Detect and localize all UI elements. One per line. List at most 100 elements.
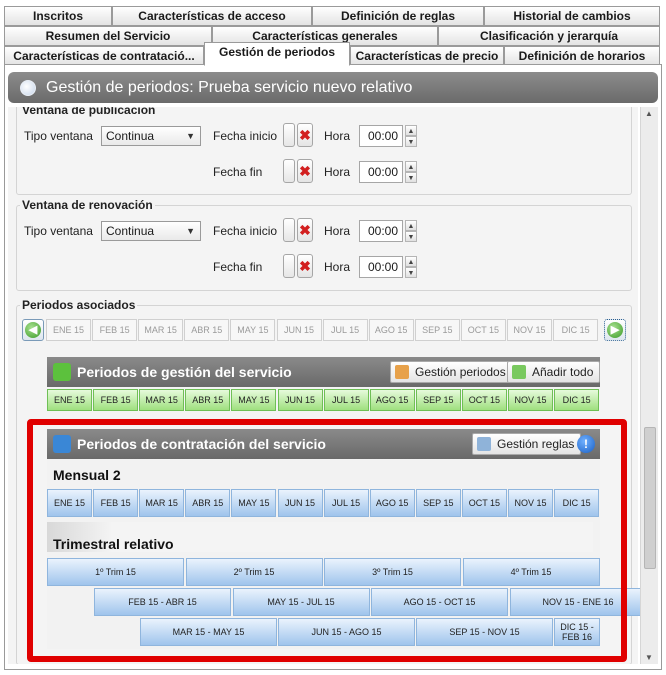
mensual-month-cell[interactable]: NOV 15 (508, 489, 553, 517)
renovacion-fecha-inicio-clear-button[interactable]: ✖ (297, 218, 313, 242)
publicacion-hora-inicio-spinner[interactable]: ▲ ▼ (405, 125, 417, 147)
renovacion-fecha-fin-clear-button[interactable]: ✖ (297, 254, 313, 278)
month-cell[interactable]: OCT 15 (460, 319, 506, 341)
publicacion-tipo-label: Tipo ventana (24, 129, 93, 143)
arrow-up-icon[interactable]: ▲ (405, 125, 417, 136)
renovacion-hora-inicio-spinner[interactable]: ▲ ▼ (405, 220, 417, 242)
tab-historial-cambios[interactable]: Historial de cambios (484, 6, 660, 26)
tab-clasificacion-jerarquia[interactable]: Clasificación y jerarquía (438, 26, 660, 46)
close-icon: ✖ (299, 127, 311, 143)
close-icon: ✖ (299, 222, 311, 238)
arrow-up-icon[interactable]: ▲ (405, 256, 417, 267)
trimestre-cell[interactable]: NOV 15 - ENE 16 (509, 588, 647, 616)
tab-inscritos[interactable]: Inscritos (4, 6, 112, 26)
gestion-reglas-button[interactable]: Gestión reglas (472, 433, 582, 455)
publicacion-hora-inicio-input[interactable]: 00:00 (359, 125, 403, 147)
renovacion-hora-fin-input[interactable]: 00:00 (359, 256, 403, 278)
publicacion-hora-fin-input[interactable]: 00:00 (359, 161, 403, 183)
scroll-up-icon[interactable]: ▲ (645, 109, 653, 118)
next-year-button[interactable]: ▶ (604, 319, 626, 341)
mensual-month-cell[interactable]: FEB 15 (93, 489, 139, 517)
arrow-up-icon[interactable]: ▲ (405, 220, 417, 231)
month-cell[interactable]: SEP 15 (414, 319, 460, 341)
mensual-month-cell[interactable]: OCT 15 (461, 489, 507, 517)
month-cell[interactable]: ABR 15 (184, 319, 230, 341)
month-cell[interactable]: DIC 15 (553, 319, 599, 341)
month-cell[interactable]: JUN 15 (276, 319, 322, 341)
arrow-down-icon[interactable]: ▼ (405, 172, 417, 183)
tab-caracteristicas-contratacion[interactable]: Características de contratació... (4, 46, 204, 66)
tab-definicion-horarios[interactable]: Definición de horarios (504, 46, 660, 66)
renovacion-tipo-select[interactable]: Continua ▼ (101, 221, 201, 241)
tab-caracteristicas-acceso[interactable]: Características de acceso (112, 6, 312, 26)
gestion-month-cell[interactable]: DIC 15 (554, 389, 600, 411)
mensual-month-cell[interactable]: JUL 15 (323, 489, 369, 517)
month-cell[interactable]: JUL 15 (322, 319, 368, 341)
publicacion-fecha-fin-field[interactable] (283, 159, 295, 183)
gestion-month-cell[interactable]: JUL 15 (323, 389, 369, 411)
month-cell[interactable]: MAY 15 (230, 319, 276, 341)
renovacion-fecha-inicio-field[interactable] (283, 218, 295, 242)
tab-gestion-periodos[interactable]: Gestión de periodos (204, 42, 350, 66)
publicacion-tipo-select[interactable]: Continua ▼ (101, 126, 201, 146)
puzzle-icon (53, 363, 71, 381)
trimestre-cell[interactable]: AGO 15 - OCT 15 (371, 588, 508, 616)
mensual-month-cell[interactable]: ABR 15 (185, 489, 231, 517)
mensual-month-cell[interactable]: MAR 15 (139, 489, 185, 517)
month-cell[interactable]: NOV 15 (507, 319, 552, 341)
trimestre-cell[interactable]: 2º Trim 15 (185, 558, 323, 586)
trimestre-cell[interactable]: 1º Trim 15 (47, 558, 184, 586)
arrow-down-icon[interactable]: ▼ (405, 267, 417, 278)
arrow-down-icon[interactable]: ▼ (405, 231, 417, 242)
tab-definicion-reglas[interactable]: Definición de reglas (312, 6, 484, 26)
renovacion-hora-fin-spinner[interactable]: ▲ ▼ (405, 256, 417, 278)
info-icon[interactable]: ! (577, 435, 595, 453)
month-cell[interactable]: ENE 15 (46, 319, 91, 341)
gestion-month-cell[interactable]: AGO 15 (369, 389, 415, 411)
mensual-month-cell[interactable]: DIC 15 (554, 489, 600, 517)
gestion-month-cell[interactable]: JUN 15 (277, 389, 323, 411)
mensual-month-cell[interactable]: JUN 15 (277, 489, 323, 517)
gestion-month-cell[interactable]: MAR 15 (139, 389, 185, 411)
gestion-periodos-button[interactable]: Gestión periodos (390, 361, 513, 383)
renovacion-fecha-fin-field[interactable] (283, 254, 295, 278)
gestion-month-cell[interactable]: ABR 15 (185, 389, 231, 411)
trimestre-cell[interactable]: JUN 15 - AGO 15 (278, 618, 415, 646)
trimestre-cell[interactable]: 3º Trim 15 (324, 558, 461, 586)
publicacion-fecha-inicio-clear-button[interactable]: ✖ (297, 123, 313, 147)
month-cell[interactable]: FEB 15 (92, 319, 138, 341)
tab-caracteristicas-precio[interactable]: Características de precio (350, 46, 504, 66)
anadir-todo-button[interactable]: Añadir todo (507, 361, 601, 383)
gestion-month-cell[interactable]: SEP 15 (415, 389, 461, 411)
mensual-month-cell[interactable]: AGO 15 (369, 489, 415, 517)
month-cell[interactable]: AGO 15 (368, 319, 414, 341)
gestion-month-cell[interactable]: NOV 15 (508, 389, 553, 411)
gestion-month-cell[interactable]: OCT 15 (461, 389, 507, 411)
scrollbar-thumb[interactable] (644, 427, 656, 569)
gestion-month-cell[interactable]: FEB 15 (93, 389, 139, 411)
renovacion-hora-inicio-input[interactable]: 00:00 (359, 220, 403, 242)
scroll-down-icon[interactable]: ▼ (645, 653, 653, 662)
mensual-month-cell[interactable]: SEP 15 (415, 489, 461, 517)
trimestre-cell[interactable]: MAY 15 - JUL 15 (232, 588, 370, 616)
clock-icon (20, 80, 36, 96)
trimestre-cell[interactable]: MAR 15 - MAY 15 (140, 618, 277, 646)
trimestre-cell[interactable]: 4º Trim 15 (462, 558, 600, 586)
trimestre-cell[interactable]: FEB 15 - ABR 15 (94, 588, 231, 616)
arrow-up-icon[interactable]: ▲ (405, 161, 417, 172)
mensual-month-cell[interactable]: MAY 15 (231, 489, 277, 517)
gestion-month-cell[interactable]: ENE 15 (47, 389, 92, 411)
publicacion-fecha-fin-clear-button[interactable]: ✖ (297, 159, 313, 183)
prev-year-button[interactable]: ◀ (22, 319, 44, 341)
gestion-month-cell[interactable]: MAY 15 (231, 389, 277, 411)
trimestre-cell[interactable]: SEP 15 - NOV 15 (416, 618, 553, 646)
trimestre-cell[interactable]: DIC 15 - FEB 16 (554, 618, 600, 646)
gestion-periodos-label: Gestión periodos (415, 365, 506, 379)
vertical-scrollbar[interactable]: ▲ ▼ (640, 107, 658, 664)
tab-resumen-servicio[interactable]: Resumen del Servicio (4, 26, 212, 46)
mensual-month-cell[interactable]: ENE 15 (47, 489, 92, 517)
publicacion-hora-fin-spinner[interactable]: ▲ ▼ (405, 161, 417, 183)
arrow-down-icon[interactable]: ▼ (405, 136, 417, 147)
publicacion-fecha-inicio-field[interactable] (283, 123, 295, 147)
month-cell[interactable]: MAR 15 (138, 319, 184, 341)
